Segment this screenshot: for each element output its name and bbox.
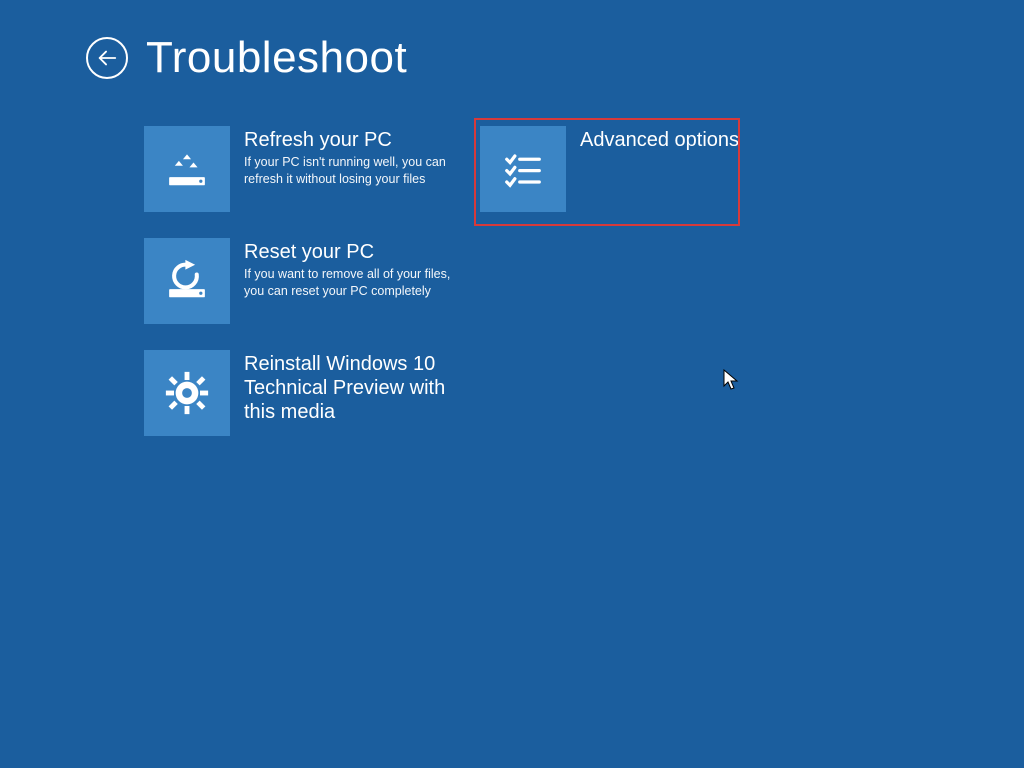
advanced-options-icon bbox=[480, 126, 566, 212]
refresh-pc-icon bbox=[144, 126, 230, 212]
tile-refresh-pc[interactable]: Refresh your PC If your PC isn't running… bbox=[144, 126, 464, 212]
tile-desc: If you want to remove all of your files,… bbox=[244, 266, 454, 300]
tile-title: Reset your PC bbox=[244, 240, 454, 264]
tile-title: Reinstall Windows 10 Technical Preview w… bbox=[244, 352, 454, 424]
grid-spacer bbox=[480, 238, 800, 324]
tile-reset-pc[interactable]: Reset your PC If you want to remove all … bbox=[144, 238, 464, 324]
tile-text: Refresh your PC If your PC isn't running… bbox=[244, 126, 454, 188]
troubleshoot-screen: Troubleshoot Refresh your PC If your PC … bbox=[0, 0, 1024, 768]
gear-icon bbox=[144, 350, 230, 436]
tile-advanced-options[interactable]: Advanced options bbox=[480, 126, 800, 212]
tile-text: Advanced options bbox=[580, 126, 739, 152]
header: Troubleshoot bbox=[86, 36, 407, 80]
tile-text: Reset your PC If you want to remove all … bbox=[244, 238, 454, 300]
tile-title: Refresh your PC bbox=[244, 128, 454, 152]
page-title: Troubleshoot bbox=[146, 36, 407, 80]
reset-pc-icon bbox=[144, 238, 230, 324]
tile-desc: If your PC isn't running well, you can r… bbox=[244, 154, 454, 188]
tile-text: Reinstall Windows 10 Technical Preview w… bbox=[244, 350, 454, 424]
tile-reinstall-windows[interactable]: Reinstall Windows 10 Technical Preview w… bbox=[144, 350, 464, 436]
tile-title: Advanced options bbox=[580, 128, 739, 152]
back-arrow-icon bbox=[96, 47, 118, 69]
tile-grid: Refresh your PC If your PC isn't running… bbox=[144, 126, 884, 436]
back-button[interactable] bbox=[86, 37, 128, 79]
